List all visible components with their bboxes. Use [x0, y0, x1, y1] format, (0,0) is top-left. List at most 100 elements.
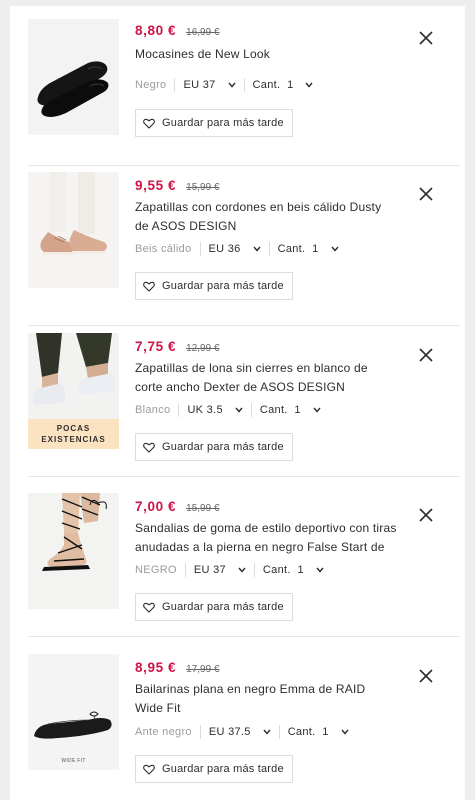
quantity-select[interactable]: Cant. 1: [278, 243, 339, 255]
chevron-down-icon: [228, 82, 236, 88]
current-price: 8,95 €: [135, 660, 177, 675]
save-label: Guardar para más tarde: [162, 763, 284, 775]
divider: [199, 242, 201, 256]
heart-icon: [143, 118, 155, 129]
save-for-later-button[interactable]: Guardar para más tarde: [135, 433, 293, 461]
product-name[interactable]: Mocasines de New Look: [135, 45, 397, 64]
image-caption: WIDE FIT: [61, 758, 86, 764]
size-value: UK 3.5: [187, 404, 223, 416]
save-for-later-button[interactable]: Guardar para más tarde: [135, 272, 293, 300]
chevron-down-icon: [238, 567, 246, 573]
chevron-down-icon: [330, 246, 339, 252]
quantity-label: Cant.: [252, 79, 281, 91]
price-row: 7,75 € 12,99 €: [135, 339, 220, 354]
save-label: Guardar para más tarde: [162, 117, 284, 129]
product-name[interactable]: Sandalias de goma de estilo deportivo co…: [135, 519, 397, 557]
item-attributes: Blanco UK 3.5 Cant. 1: [135, 403, 321, 417]
size-select[interactable]: EU 37.5: [209, 726, 271, 738]
previous-price: 15,99 €: [186, 182, 220, 193]
chevron-down-icon: [253, 246, 261, 252]
previous-price: 15,99 €: [186, 503, 220, 514]
price-row: 7,00 € 15,99 €: [135, 499, 220, 514]
previous-price: 12,99 €: [186, 343, 220, 354]
quantity-label: Cant.: [287, 726, 316, 738]
product-name[interactable]: Zapatillas con cordones en beis cálido D…: [135, 198, 397, 236]
quantity-value: 1: [297, 564, 304, 576]
quantity-value: 1: [312, 243, 319, 255]
colour-label: Negro: [135, 79, 167, 91]
quantity-label: Cant.: [262, 564, 291, 576]
price-row: 8,95 € 17,99 €: [135, 660, 220, 675]
bag-item: 9,55 € 15,99 € Zapatillas con cordones en…: [28, 156, 460, 326]
chevron-down-icon: [263, 729, 271, 735]
colour-label: Beis cálido: [135, 243, 192, 255]
product-name[interactable]: Bailarinas plana en negro Emma de RAID W…: [135, 680, 397, 718]
price-row: 9,55 € 15,99 €: [135, 178, 220, 193]
product-image[interactable]: [28, 172, 119, 288]
divider: [253, 563, 255, 577]
size-value: EU 37: [183, 79, 216, 91]
bag-item: POCAS EXISTENCIAS 7,75 € 12,99 € Zapatill…: [28, 316, 460, 477]
close-icon[interactable]: [418, 347, 434, 363]
heart-icon: [143, 281, 155, 292]
product-image[interactable]: [28, 493, 119, 609]
save-label: Guardar para más tarde: [162, 280, 284, 292]
bag-item: WIDE FIT 8,95 € 17,99 € Bailarinas plana …: [28, 637, 460, 797]
heart-icon: [143, 764, 155, 775]
size-value: EU 37: [193, 564, 226, 576]
quantity-label: Cant.: [259, 404, 288, 416]
product-image[interactable]: [28, 19, 119, 135]
quantity-select[interactable]: Cant. 1: [288, 726, 349, 738]
size-select[interactable]: EU 36: [209, 243, 261, 255]
save-label: Guardar para más tarde: [162, 601, 284, 613]
price-row: 8,80 € 16,99 €: [135, 23, 220, 38]
divider: [243, 78, 245, 92]
colour-label: Ante negro: [135, 726, 192, 738]
size-value: EU 36: [208, 243, 241, 255]
product-image[interactable]: WIDE FIT: [28, 654, 119, 770]
current-price: 9,55 €: [135, 178, 177, 193]
close-icon[interactable]: [418, 30, 434, 46]
current-price: 7,00 €: [135, 499, 177, 514]
quantity-select[interactable]: Cant. 1: [260, 404, 321, 416]
quantity-select[interactable]: Cant. 1: [263, 564, 324, 576]
save-label: Guardar para más tarde: [162, 441, 284, 453]
item-attributes: Beis cálido EU 36 Cant. 1: [135, 242, 339, 256]
chevron-down-icon: [305, 82, 314, 88]
chevron-down-icon: [316, 567, 324, 573]
chevron-down-icon: [235, 407, 243, 413]
size-value: EU 37.5: [208, 726, 251, 738]
previous-price: 17,99 €: [186, 664, 220, 675]
close-icon[interactable]: [418, 668, 434, 684]
product-image[interactable]: POCAS EXISTENCIAS: [28, 333, 119, 449]
item-attributes: Ante negro EU 37.5 Cant. 1: [135, 725, 349, 739]
bag-item: 8,80 € 16,99 € Mocasines de New Look Negr…: [28, 6, 460, 166]
divider: [278, 725, 280, 739]
quantity-value: 1: [294, 404, 301, 416]
save-for-later-button[interactable]: Guardar para más tarde: [135, 593, 293, 621]
save-for-later-button[interactable]: Guardar para más tarde: [135, 109, 293, 137]
low-stock-badge: POCAS EXISTENCIAS: [28, 419, 119, 449]
size-select[interactable]: EU 37: [183, 79, 236, 91]
heart-icon: [143, 442, 155, 453]
product-name[interactable]: Zapatillas de lona sin cierres en blanco…: [135, 359, 397, 397]
colour-label: NEGRO: [135, 564, 177, 576]
close-icon[interactable]: [418, 507, 434, 523]
bag-item: 7,00 € 15,99 € Sandalias de goma de estil…: [28, 476, 460, 637]
divider: [268, 242, 270, 256]
current-price: 7,75 €: [135, 339, 177, 354]
divider: [250, 403, 252, 417]
divider: [184, 563, 186, 577]
save-for-later-button[interactable]: Guardar para más tarde: [135, 755, 293, 783]
item-attributes: Negro EU 37 Cant. 1: [135, 78, 314, 92]
size-select[interactable]: EU 37: [194, 564, 246, 576]
divider: [178, 403, 180, 417]
size-select[interactable]: UK 3.5: [187, 404, 243, 416]
chevron-down-icon: [341, 729, 349, 735]
chevron-down-icon: [313, 407, 321, 413]
close-icon[interactable]: [418, 186, 434, 202]
quantity-value: 1: [287, 79, 294, 91]
heart-icon: [143, 602, 155, 613]
quantity-select[interactable]: Cant. 1: [253, 79, 314, 91]
bag-items-panel: 8,80 € 16,99 € Mocasines de New Look Negr…: [10, 6, 465, 800]
